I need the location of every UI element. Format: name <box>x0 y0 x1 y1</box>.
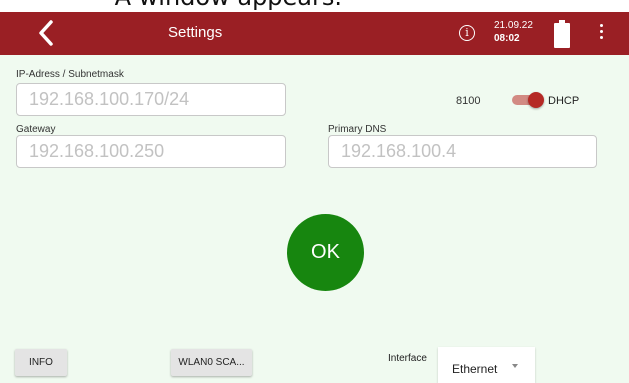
info-icon[interactable]: i <box>459 25 475 41</box>
interface-dropdown[interactable]: Ethernet <box>438 347 535 383</box>
info-button[interactable]: INFO <box>15 349 67 376</box>
battery-icon <box>554 20 570 48</box>
time-display: 08:02 <box>494 33 520 44</box>
gateway-field[interactable]: 192.168.100.250 <box>16 135 286 168</box>
more-vert-icon[interactable] <box>597 24 605 44</box>
caption-text: – A window appears. <box>95 0 342 11</box>
settings-panel: IP-Adress / Subnetmask 192.168.100.170/2… <box>0 55 629 383</box>
ok-button[interactable]: OK <box>287 214 364 291</box>
back-arrow-icon[interactable] <box>34 19 60 47</box>
primary-dns-label: Primary DNS <box>328 124 387 135</box>
ip-address-label: IP-Adress / Subnetmask <box>16 69 124 80</box>
date-display: 21.09.22 <box>494 20 533 31</box>
dhcp-toggle[interactable] <box>512 91 544 109</box>
wlan-scan-button[interactable]: WLAN0 SCA... <box>171 349 252 376</box>
dropdown-arrow-icon <box>512 364 518 368</box>
instruction-caption: – A window appears. <box>0 0 629 12</box>
interface-value: Ethernet <box>452 362 498 376</box>
app-header: Settings i 21.09.22 08:02 <box>0 12 629 55</box>
gateway-label: Gateway <box>16 124 56 135</box>
ip-address-field[interactable]: 192.168.100.170/24 <box>16 83 286 116</box>
interface-label: Interface <box>388 353 427 364</box>
dhcp-label: DHCP <box>548 95 580 107</box>
primary-dns-field[interactable]: 192.168.100.4 <box>328 135 597 168</box>
dhcp-value: 8100 <box>456 95 481 107</box>
page-title: Settings <box>168 24 223 41</box>
